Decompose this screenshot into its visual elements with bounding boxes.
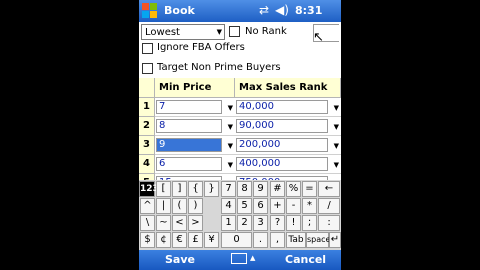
min-price-cell[interactable]: 6 ▼ — [155, 155, 235, 174]
ignore-fba-label: Ignore FBA Offers — [157, 42, 245, 53]
key[interactable]: 3 — [253, 215, 268, 231]
key[interactable]: 0 — [221, 232, 252, 248]
key[interactable]: $ — [140, 232, 155, 248]
key[interactable]: * — [302, 198, 317, 214]
key[interactable]: : — [318, 215, 340, 231]
column-header-max-sales-rank[interactable]: Max Sales Rank — [235, 78, 341, 98]
row-number[interactable]: 2 — [139, 117, 155, 136]
key[interactable]: € — [172, 232, 187, 248]
key-123[interactable]: 123 — [139, 181, 159, 197]
dropdown-arrow-icon[interactable]: ▼ — [334, 142, 339, 150]
key[interactable]: 6 — [253, 198, 268, 214]
key[interactable]: = — [302, 181, 317, 197]
key[interactable]: 9 — [253, 181, 268, 197]
key[interactable]: ^ — [140, 198, 155, 214]
key[interactable]: / — [318, 198, 340, 214]
key[interactable]: ? — [270, 215, 285, 231]
dropdown-arrow-icon[interactable]: ▼ — [228, 142, 233, 150]
title-bar: Book ⇄ ◀) 8:31 — [139, 0, 341, 22]
key[interactable]: > — [188, 215, 203, 231]
key[interactable]: - — [286, 198, 301, 214]
key[interactable]: ~ — [156, 215, 171, 231]
backspace-key[interactable]: ← — [318, 181, 340, 197]
stylus-cursor-icon: ↖ — [313, 30, 324, 45]
min-price-cell[interactable]: 8 ▼ — [155, 117, 235, 136]
min-price-cell[interactable]: 9 ▼ — [155, 136, 235, 155]
key[interactable]: % — [286, 181, 301, 197]
key[interactable]: £ — [188, 232, 203, 248]
softkey-bar: Save ▲ Cancel — [139, 250, 341, 270]
target-non-prime-checkbox[interactable] — [142, 63, 153, 74]
save-button[interactable]: Save — [165, 253, 195, 266]
no-rank-checkbox[interactable] — [229, 26, 240, 37]
column-header-min-price[interactable]: Min Price — [155, 78, 235, 98]
clock[interactable]: 8:31 — [295, 4, 322, 17]
keyboard-icon[interactable] — [231, 253, 247, 264]
key[interactable]: 4 — [221, 198, 236, 214]
min-price-cell[interactable]: 7 ▼ — [155, 98, 235, 117]
key[interactable]: ] — [172, 181, 187, 197]
min-price-value-selected[interactable]: 9 — [156, 138, 222, 152]
rank-select[interactable]: Lowest ▼ — [141, 24, 225, 40]
windows-start-icon[interactable] — [142, 3, 158, 19]
enter-key[interactable]: ↵ — [329, 232, 341, 248]
rank-select-value: Lowest — [145, 27, 180, 38]
key[interactable]: + — [270, 198, 285, 214]
key[interactable]: ! — [286, 215, 301, 231]
max-rank-cell[interactable]: 40,000 ▼ — [235, 98, 341, 117]
max-rank-cell[interactable]: 200,000 ▼ — [235, 136, 341, 155]
row-number[interactable]: 3 — [139, 136, 155, 155]
key[interactable]: 2 — [237, 215, 252, 231]
chevron-up-icon[interactable]: ▲ — [250, 254, 255, 262]
key[interactable]: # — [270, 181, 285, 197]
no-rank-label: No Rank — [245, 26, 287, 37]
key[interactable]: ; — [302, 215, 317, 231]
chevron-down-icon: ▼ — [216, 28, 222, 36]
key[interactable]: ¢ — [156, 232, 171, 248]
dropdown-arrow-icon[interactable]: ▼ — [334, 123, 339, 131]
ignore-fba-checkbox[interactable] — [142, 43, 153, 54]
key[interactable]: ¥ — [204, 232, 219, 248]
soft-keyboard: 123 [ ] { } 7 8 9 # % = ← ^ | ( ) 4 5 6 … — [139, 180, 341, 250]
key[interactable]: | — [156, 198, 171, 214]
max-rank-value[interactable]: 40,000 — [236, 100, 328, 114]
key[interactable]: 5 — [237, 198, 252, 214]
grid-corner — [139, 78, 155, 98]
dropdown-arrow-icon[interactable]: ▼ — [334, 104, 339, 112]
device-screen: Book ⇄ ◀) 8:31 Lowest ▼ No Rank ↖ Ignore… — [139, 0, 341, 270]
max-rank-cell[interactable]: 90,000 ▼ — [235, 117, 341, 136]
key[interactable]: 8 — [237, 181, 252, 197]
key[interactable]: ) — [188, 198, 203, 214]
target-non-prime-label: Target Non Prime Buyers — [157, 62, 281, 73]
cancel-button[interactable]: Cancel — [285, 253, 326, 266]
window-title: Book — [164, 4, 195, 17]
dropdown-arrow-icon[interactable]: ▼ — [334, 161, 339, 169]
key[interactable]: . — [253, 232, 268, 248]
max-rank-value[interactable]: 200,000 — [236, 138, 328, 152]
key[interactable]: 7 — [221, 181, 236, 197]
key[interactable]: { — [188, 181, 203, 197]
row-number[interactable]: 1 — [139, 98, 155, 117]
max-rank-value[interactable]: 400,000 — [236, 157, 328, 171]
key[interactable]: } — [204, 181, 219, 197]
tab-key[interactable]: Tab — [286, 232, 306, 248]
space-key[interactable]: space — [306, 232, 330, 248]
max-rank-value[interactable]: 90,000 — [236, 119, 328, 133]
sync-icon[interactable]: ⇄ — [259, 3, 269, 17]
volume-icon[interactable]: ◀) — [275, 3, 289, 17]
max-rank-cell[interactable]: 400,000 ▼ — [235, 155, 341, 174]
dropdown-arrow-icon[interactable]: ▼ — [228, 123, 233, 131]
min-price-value[interactable]: 7 — [156, 100, 222, 114]
key[interactable]: 1 — [221, 215, 236, 231]
key[interactable]: \ — [140, 215, 155, 231]
row-number[interactable]: 4 — [139, 155, 155, 174]
min-price-value[interactable]: 6 — [156, 157, 222, 171]
key[interactable]: , — [270, 232, 285, 248]
dropdown-arrow-icon[interactable]: ▼ — [228, 161, 233, 169]
key[interactable]: ( — [172, 198, 187, 214]
key[interactable]: [ — [156, 181, 171, 197]
dropdown-arrow-icon[interactable]: ▼ — [228, 104, 233, 112]
min-price-value[interactable]: 8 — [156, 119, 222, 133]
key[interactable]: < — [172, 215, 187, 231]
